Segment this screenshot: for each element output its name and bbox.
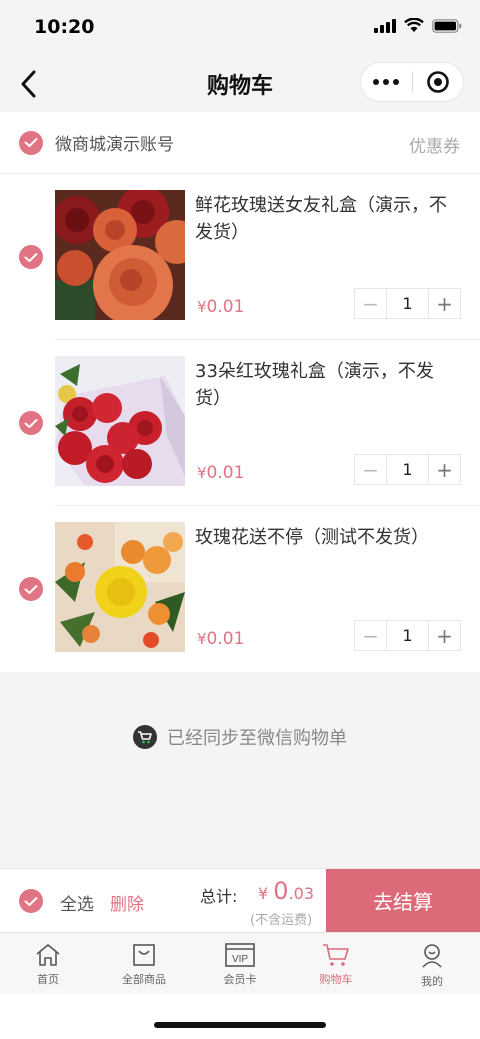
check-icon [24,138,38,147]
decrease-button[interactable]: − [355,621,386,650]
price-value: 0.01 [206,629,245,649]
coupon-link[interactable]: 优惠券 [409,132,460,157]
miniprogram-capsule [360,62,464,102]
tab-label: 全部商品 [122,973,166,986]
status-icons [374,18,462,33]
battery-icon [432,18,462,33]
quantity-stepper: − 1 + [354,288,461,319]
home-indicator[interactable] [154,1022,326,1028]
product-name[interactable]: 33朵红玫瑰礼盒（演示，不发货） [195,358,457,412]
item-checkbox[interactable] [19,577,43,601]
checkout-button[interactable]: 去结算 [326,869,480,932]
tab-member-card[interactable]: VIP 会员卡 [192,933,288,994]
increase-button[interactable]: + [429,621,460,650]
product-name[interactable]: 鲜花玫瑰送女友礼盒（演示，不发货） [195,192,457,246]
cart-content: 微商城演示账号 优惠券 鲜花玫瑰送女友礼盒（演示，不发货） ¥0.01 − 1 … [0,112,480,672]
decrease-button[interactable]: − [355,289,386,318]
quantity-value[interactable]: 1 [386,621,429,650]
shop-name: 微商城演示账号 [55,135,174,155]
tab-label: 首页 [37,973,59,986]
status-time: 10:20 [34,16,95,38]
shop-header: 微商城演示账号 优惠券 [0,112,480,174]
cart-item: 玫瑰花送不停（测试不发货） ¥0.01 − 1 + [0,506,480,672]
cart-icon [323,944,349,966]
currency-symbol: ¥ [197,298,207,316]
currency-symbol: ¥ [258,884,269,903]
wechat-cart-icon [133,725,157,749]
total-decimal: .03 [288,884,315,903]
increase-button[interactable]: + [429,455,460,484]
cart-item: 鲜花玫瑰送女友礼盒（演示，不发货） ¥0.01 − 1 + [0,174,480,340]
product-image[interactable] [55,522,185,652]
wechat-sync-notice[interactable]: 已经同步至微信购物单 [0,724,480,750]
check-icon [24,896,38,906]
tab-cart[interactable]: 购物车 [288,933,384,994]
shopping-bag-icon [133,944,155,966]
product-price: ¥0.01 [197,629,244,649]
home-indicator-area [0,994,480,1039]
shop-checkbox[interactable] [19,130,43,155]
decrease-button[interactable]: − [355,455,386,484]
increase-button[interactable]: + [429,289,460,318]
quantity-stepper: − 1 + [354,454,461,485]
quantity-stepper: − 1 + [354,620,461,651]
wifi-icon [404,18,424,33]
checkout-bar: 全选 删除 总计: ¥ 0.03 (不含运费) 去结算 [0,868,480,932]
currency-symbol: ¥ [197,630,207,648]
cart-item: 33朵红玫瑰礼盒（演示，不发货） ¥0.01 − 1 + [0,340,480,506]
check-icon [24,418,38,428]
price-value: 0.01 [206,297,245,317]
currency-symbol: ¥ [197,464,207,482]
signal-icon [374,18,396,33]
svg-text:VIP: VIP [232,954,248,965]
product-price: ¥0.01 [197,297,244,317]
tab-label: 购物车 [319,973,353,986]
nav-bar: 购物车 [0,56,480,112]
tab-label: 我的 [421,975,443,988]
sync-text: 已经同步至微信购物单 [167,728,347,749]
home-icon [36,944,60,966]
check-icon [24,584,38,594]
tab-home[interactable]: 首页 [0,933,96,994]
tab-mine[interactable]: 我的 [384,933,480,994]
quantity-value[interactable]: 1 [386,289,429,318]
tab-bar: 首页 全部商品 VIP 会员卡 购物车 我的 [0,932,480,994]
tab-all-products[interactable]: 全部商品 [96,933,192,994]
total-price: ¥ 0.03 [258,877,314,905]
user-icon [422,944,442,968]
status-bar: 10:20 [0,0,480,56]
total-label: 总计: [200,887,238,906]
more-dots-icon [373,79,400,85]
select-all-label[interactable]: 全选 [60,890,94,915]
item-checkbox[interactable] [19,245,43,269]
cart-item-list: 鲜花玫瑰送女友礼盒（演示，不发货） ¥0.01 − 1 + 33朵红玫瑰礼盒（演… [0,174,480,672]
check-icon [24,252,38,262]
target-close-icon [426,71,449,93]
item-checkbox[interactable] [19,411,43,435]
tab-label: 会员卡 [223,973,257,986]
more-button[interactable] [361,62,412,102]
product-price: ¥0.01 [197,463,244,483]
product-image[interactable] [55,190,185,320]
price-value: 0.01 [206,463,245,483]
select-all-checkbox[interactable] [19,889,43,913]
quantity-value[interactable]: 1 [386,455,429,484]
close-miniprogram-button[interactable] [412,62,463,102]
delete-button[interactable]: 删除 [110,890,144,915]
total-integer: 0 [273,877,289,905]
vip-card-icon: VIP [225,943,255,967]
product-name[interactable]: 玫瑰花送不停（测试不发货） [195,524,457,551]
shipping-note: (不含运费) [250,913,313,928]
product-image[interactable] [55,356,185,486]
